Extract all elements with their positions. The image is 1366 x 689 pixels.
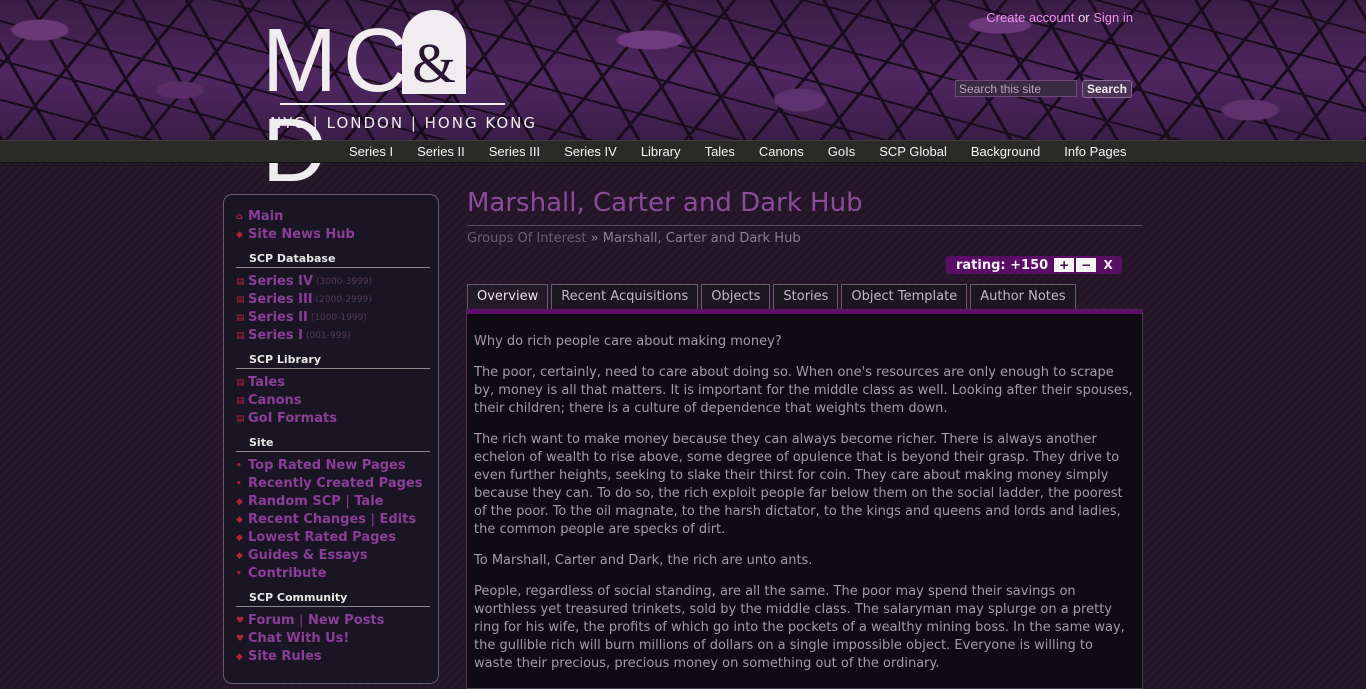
content-paragraph: Why do rich people care about making mon…: [474, 334, 782, 349]
page-title: Marshall, Carter and Dark Hub: [467, 188, 863, 218]
rating-value: rating: +150: [956, 257, 1049, 273]
new-posts-link[interactable]: New Posts: [308, 613, 384, 628]
diamond-bullet-icon: ◆: [236, 230, 243, 240]
sidebar-item-canons[interactable]: ▤ Canons: [236, 393, 302, 409]
topnav-series-iv[interactable]: Series IV: [552, 143, 629, 160]
dot-bullet-icon: •: [236, 569, 242, 579]
sidebar-item-contribute[interactable]: • Contribute: [236, 566, 326, 582]
rate-up-button[interactable]: +: [1054, 258, 1075, 272]
title-divider: [467, 225, 1142, 226]
site-header: MCD & NYC | LONDON | HONG KONG Create ac…: [0, 0, 1366, 196]
recent-changes-link[interactable]: Recent Changes: [248, 512, 366, 527]
sidebar-heading-scp-database: SCP Database: [236, 252, 430, 268]
diamond-bullet-icon: ◆: [236, 551, 243, 561]
document-icon: ▤: [236, 277, 245, 287]
topnav-tales[interactable]: Tales: [693, 143, 747, 160]
heart-icon: ♥: [236, 616, 245, 626]
tab-stories[interactable]: Stories: [773, 284, 839, 309]
logo-letters: MCD: [262, 11, 414, 196]
sidebar-item-random: ◆ Random SCP | Tale: [236, 494, 384, 509]
document-icon: ▤: [236, 331, 245, 341]
topnav-series-i[interactable]: Series I: [337, 143, 405, 160]
tab-content-overview: Why do rich people care about making mon…: [466, 309, 1143, 689]
sidebar-item-main[interactable]: ⌂ Main: [236, 209, 283, 225]
rate-cancel-button[interactable]: X: [1098, 258, 1118, 272]
sidebar-item-guides[interactable]: ◆ Guides & Essays: [236, 548, 368, 564]
edits-link[interactable]: Edits: [379, 512, 416, 527]
sign-in-link[interactable]: Sign in: [1093, 10, 1133, 25]
content-paragraph: The rich want to make money because they…: [474, 432, 1123, 537]
sidebar-item-goi-formats[interactable]: ▤ GoI Formats: [236, 411, 337, 427]
sidebar-item-series-iv[interactable]: ▤ Series IV (3000-3999): [236, 274, 372, 290]
tab-objects[interactable]: Objects: [701, 284, 771, 309]
tab-bar: Overview Recent Acquisitions Objects Sto…: [467, 284, 1079, 309]
sidebar-item-lowest-rated[interactable]: ◆ Lowest Rated Pages: [236, 530, 396, 546]
rating-module: rating: +150 + − X: [946, 256, 1123, 274]
home-icon: ⌂: [236, 212, 243, 222]
rate-down-button[interactable]: −: [1076, 258, 1097, 272]
breadcrumb-separator: »: [590, 231, 599, 246]
sidebar-item-series-iii[interactable]: ▤ Series III (2000-2999): [236, 292, 372, 308]
topnav-scp-global[interactable]: SCP Global: [867, 143, 959, 160]
diamond-bullet-icon: ◆: [236, 652, 243, 662]
document-icon: ▤: [236, 396, 245, 406]
dot-bullet-icon: •: [236, 461, 242, 471]
topnav-library[interactable]: Library: [629, 143, 693, 160]
site-logo[interactable]: MCD & NYC | LONDON | HONG KONG: [262, 8, 542, 196]
tab-recent-acquisitions[interactable]: Recent Acquisitions: [551, 284, 699, 309]
topnav-gois[interactable]: GoIs: [816, 143, 867, 160]
random-tale-link[interactable]: Tale: [354, 494, 383, 509]
side-bar: ⌂ Main ◆ Site News Hub SCP Database ▤ Serie…: [223, 194, 439, 684]
diamond-bullet-icon: ◆: [236, 497, 243, 507]
sidebar-item-recently-created[interactable]: • Recently Created Pages: [236, 476, 423, 492]
sidebar-item-chat[interactable]: ♥ Chat With Us!: [236, 631, 349, 647]
breadcrumb-current: Marshall, Carter and Dark Hub: [602, 231, 801, 246]
diamond-bullet-icon: ◆: [236, 533, 243, 543]
content-paragraph: To Marshall, Carter and Dark, the rich a…: [474, 553, 813, 568]
random-scp-link[interactable]: Random SCP: [248, 494, 341, 509]
tab-author-notes[interactable]: Author Notes: [970, 284, 1076, 309]
content-paragraph: The poor, certainly, need to care about …: [474, 365, 1133, 416]
sidebar-item-tales[interactable]: ▤ Tales: [236, 375, 285, 391]
document-icon: ▤: [236, 414, 245, 424]
sidebar-item-site-rules[interactable]: ◆ Site Rules: [236, 649, 322, 665]
topnav-background[interactable]: Background: [959, 143, 1052, 160]
heart-icon: ♥: [236, 634, 245, 644]
account-or-text: or: [1078, 10, 1090, 25]
sidebar-item-series-i[interactable]: ▤ Series I (001-999): [236, 328, 351, 344]
topnav-info-pages[interactable]: Info Pages: [1052, 143, 1138, 160]
document-icon: ▤: [236, 313, 245, 323]
document-icon: ▤: [236, 295, 245, 305]
breadcrumb: Groups Of Interest » Marshall, Carter an…: [467, 231, 801, 246]
forum-link[interactable]: Forum: [248, 613, 295, 628]
create-account-link[interactable]: Create account: [986, 10, 1074, 25]
logo-ampersand: &: [412, 33, 456, 95]
search-input[interactable]: [955, 80, 1077, 97]
tab-overview[interactable]: Overview: [467, 284, 549, 309]
sidebar-heading-scp-community: SCP Community: [236, 591, 430, 607]
top-navigation: Series I Series II Series III Series IV …: [0, 140, 1366, 163]
sidebar-item-top-rated[interactable]: • Top Rated New Pages: [236, 458, 406, 474]
dot-bullet-icon: •: [236, 479, 242, 489]
sidebar-item-forum: ♥ Forum | New Posts: [236, 613, 385, 628]
logo-cities: NYC | LONDON | HONG KONG: [270, 114, 538, 132]
search-button[interactable]: Search: [1082, 80, 1132, 98]
sidebar-item-series-ii[interactable]: ▤ Series II (1000-1999): [236, 310, 367, 326]
diamond-bullet-icon: ◆: [236, 515, 243, 525]
document-icon: ▤: [236, 378, 245, 388]
sidebar-heading-site: Site: [236, 436, 430, 452]
topnav-series-iii[interactable]: Series III: [477, 143, 552, 160]
breadcrumb-parent-link[interactable]: Groups Of Interest: [467, 231, 587, 246]
topnav-canons[interactable]: Canons: [747, 143, 816, 160]
content-paragraph: People, regardless of social standing, a…: [474, 584, 1125, 671]
sidebar-item-site-news[interactable]: ◆ Site News Hub: [236, 227, 355, 243]
sidebar-item-recent-changes: ◆ Recent Changes | Edits: [236, 512, 417, 527]
account-links: Create account or Sign in: [986, 10, 1133, 25]
topnav-series-ii[interactable]: Series II: [405, 143, 477, 160]
sidebar-heading-scp-library: SCP Library: [236, 353, 430, 369]
tab-object-template[interactable]: Object Template: [841, 284, 968, 309]
logo-divider: [280, 103, 505, 105]
